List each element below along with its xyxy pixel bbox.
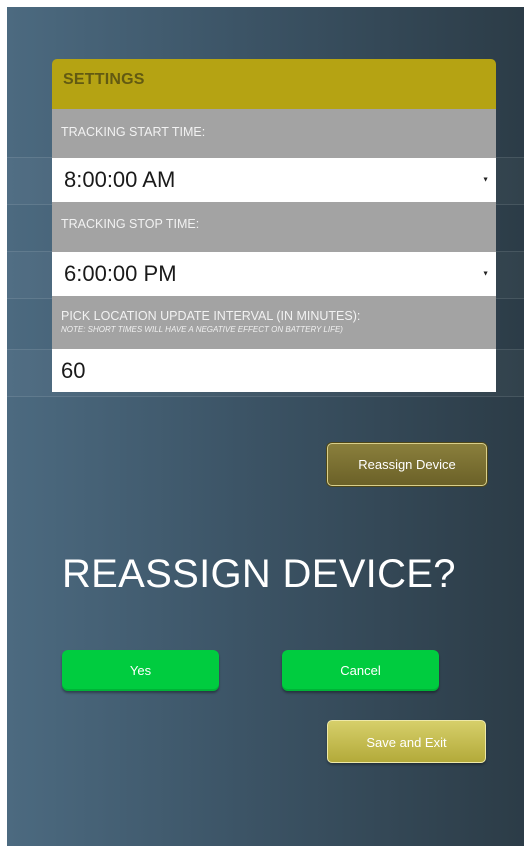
interval-input[interactable]: 60 (52, 349, 496, 392)
stop-time-label-row: TRACKING STOP TIME: (52, 202, 496, 252)
reassign-prompt: REASSIGN DEVICE? (62, 552, 456, 596)
start-time-select[interactable]: 8:00:00 AM ▼ (52, 158, 496, 202)
settings-title: SETTINGS (63, 71, 145, 88)
stop-time-select[interactable]: 6:00:00 PM ▼ (52, 252, 496, 296)
reassign-device-button[interactable]: Reassign Device (327, 443, 487, 486)
interval-label-row: PICK LOCATION UPDATE INTERVAL (IN MINUTE… (52, 296, 496, 349)
interval-value: 60 (61, 357, 86, 383)
start-time-label: TRACKING START TIME: (61, 125, 206, 139)
interval-label: PICK LOCATION UPDATE INTERVAL (IN MINUTE… (61, 309, 361, 323)
start-time-value: 8:00:00 AM (64, 167, 176, 192)
dropdown-arrow-icon: ▼ (482, 270, 489, 278)
save-and-exit-button[interactable]: Save and Exit (327, 720, 486, 763)
yes-button[interactable]: Yes (62, 650, 219, 691)
cancel-button[interactable]: Cancel (282, 650, 439, 691)
stop-time-value: 6:00:00 PM (64, 261, 177, 286)
stop-time-label: TRACKING STOP TIME: (61, 217, 200, 231)
dropdown-arrow-icon: ▼ (482, 176, 489, 184)
start-time-label-row: TRACKING START TIME: (52, 109, 496, 158)
app-screen: SETTINGS TRACKING START TIME: 8:00:00 AM… (7, 7, 524, 846)
settings-header: SETTINGS (52, 59, 496, 109)
settings-panel: SETTINGS TRACKING START TIME: 8:00:00 AM… (52, 59, 496, 392)
battery-note: NOTE: SHORT TIMES WILL HAVE A NEGATIVE E… (61, 325, 343, 334)
